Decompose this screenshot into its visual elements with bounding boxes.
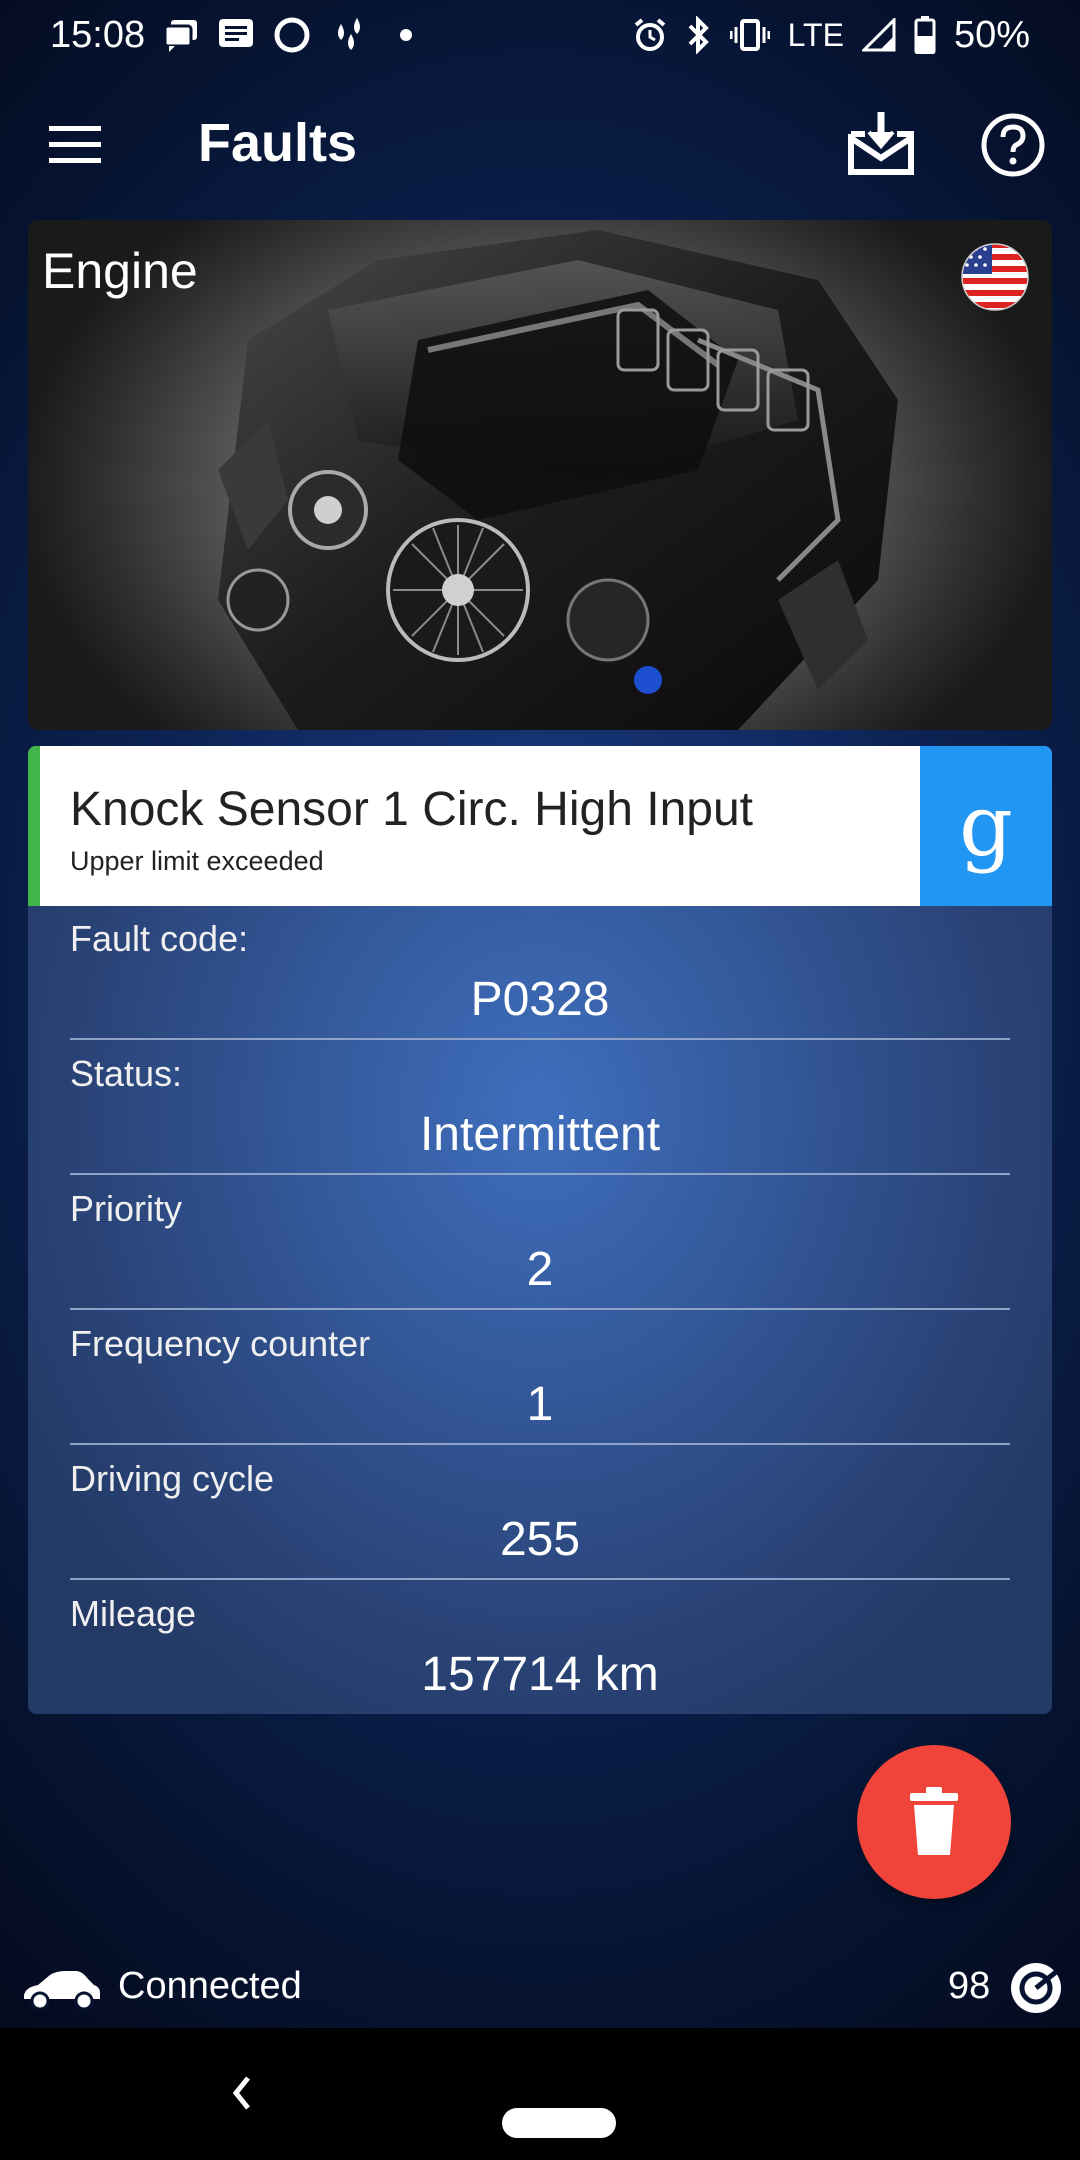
help-button[interactable] xyxy=(980,112,1046,178)
download-button[interactable] xyxy=(845,108,917,180)
detail-row: Driving cycle 255 xyxy=(70,1446,1010,1581)
detail-label: Priority xyxy=(70,1188,183,1229)
battery-level: 50% xyxy=(953,13,1030,56)
detail-value: 2 xyxy=(526,1243,554,1296)
detail-value: P0328 xyxy=(470,973,610,1026)
divider xyxy=(70,1173,1010,1175)
connection-status-bar: Connected 98 xyxy=(0,1955,1080,2035)
help-icon xyxy=(981,113,1045,177)
detail-label: Driving cycle xyxy=(70,1458,275,1499)
menu-button[interactable] xyxy=(40,115,110,175)
detail-row: Mileage 157714 km xyxy=(70,1581,1010,1716)
detail-value: 255 xyxy=(499,1513,581,1566)
page-title: Faults xyxy=(198,113,358,173)
detail-label: Frequency counter xyxy=(70,1323,371,1364)
alarm-icon xyxy=(632,17,668,53)
status-bar: 15:08 LTE 50% xyxy=(0,0,1080,70)
detail-value: 1 xyxy=(526,1378,554,1431)
fault-header: Knock Sensor 1 Circ. High Input Upper li… xyxy=(28,746,1052,906)
network-type: LTE xyxy=(787,16,844,53)
detail-label: Fault code: xyxy=(70,918,249,959)
status-bar-right: LTE 50% xyxy=(632,14,1030,57)
us-flag-icon[interactable] xyxy=(960,242,1030,312)
status-time: 15:08 xyxy=(50,13,146,56)
fault-subtitle: Upper limit exceeded xyxy=(70,846,324,876)
menu-icon xyxy=(49,126,101,163)
status-bar-left: 15:08 xyxy=(50,14,421,57)
engine-card[interactable]: Engine xyxy=(28,220,1052,730)
google-search-button[interactable]: g xyxy=(920,746,1052,906)
chat-icon xyxy=(163,18,199,52)
detail-value: 157714 km xyxy=(421,1648,659,1701)
message-icon xyxy=(217,17,255,53)
battery-icon xyxy=(914,16,936,54)
divider xyxy=(70,1578,1010,1580)
nav-home-button[interactable] xyxy=(502,2108,616,2138)
detail-row: Status: Intermittent xyxy=(70,1041,1010,1176)
app-bar: Faults xyxy=(0,90,1080,200)
divider xyxy=(70,1443,1010,1445)
detail-label: Status: xyxy=(70,1053,183,1094)
fault-name: Knock Sensor 1 Circ. High Input xyxy=(70,783,753,836)
divider xyxy=(70,1038,1010,1040)
back-icon xyxy=(232,2076,250,2110)
engine-image xyxy=(218,230,898,730)
detail-row: Priority 2 xyxy=(70,1176,1010,1311)
fault-details: Fault code: P0328 Status: Intermittent P… xyxy=(28,906,1052,1714)
car-icon xyxy=(24,1971,100,2011)
nav-back-button[interactable] xyxy=(222,2068,262,2118)
dot-icon xyxy=(391,25,421,45)
detail-row: Fault code: P0328 xyxy=(70,906,1010,1041)
delete-button[interactable] xyxy=(857,1745,1011,1899)
connection-status-text: Connected xyxy=(118,1965,302,2007)
signal-icon xyxy=(861,18,896,52)
navigation-bar xyxy=(0,2028,1080,2160)
vibrate-icon xyxy=(729,18,770,52)
download-icon xyxy=(848,112,914,175)
fault-accent-bar xyxy=(28,746,40,906)
detail-row: Frequency counter 1 xyxy=(70,1311,1010,1446)
engine-title: Engine xyxy=(42,243,198,299)
google-search-icon: g xyxy=(959,777,1013,875)
detail-label: Mileage xyxy=(70,1593,197,1634)
gauge-icon xyxy=(1011,1963,1061,2013)
trash-icon xyxy=(910,1787,958,1855)
drops-icon xyxy=(329,16,373,54)
detail-value: Intermittent xyxy=(419,1108,661,1161)
bluetooth-icon xyxy=(686,16,712,54)
divider xyxy=(70,1308,1010,1310)
circle-icon xyxy=(273,16,311,54)
connection-count: 98 xyxy=(948,1965,991,2007)
